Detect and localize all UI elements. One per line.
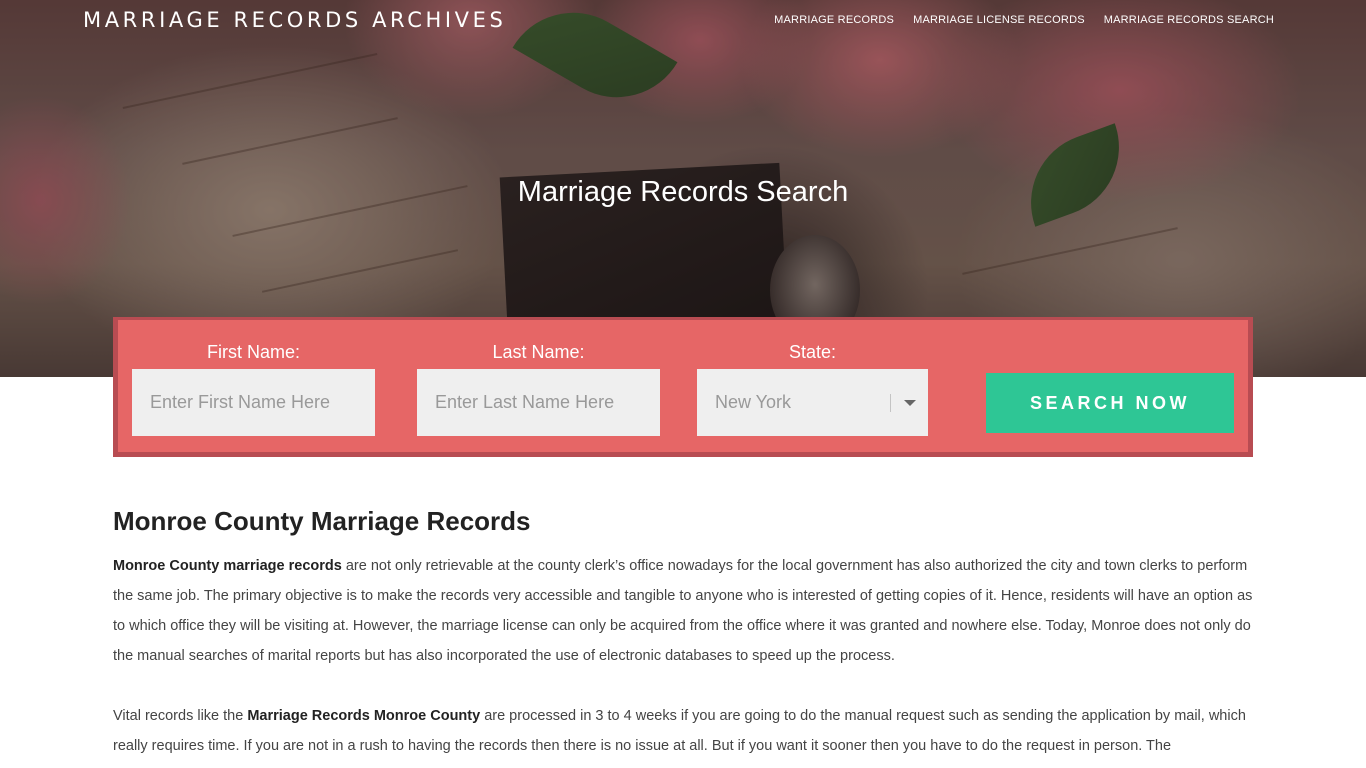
select-divider: [890, 394, 891, 412]
state-label: State:: [788, 342, 837, 362]
chevron-down-icon[interactable]: [904, 400, 916, 406]
first-name-input[interactable]: Enter First Name Here: [132, 369, 375, 436]
nav-marriage-records-search[interactable]: MARRIAGE RECORDS SEARCH: [1104, 14, 1274, 26]
state-selected-value: New York: [715, 392, 792, 412]
first-name-label: First Name:: [206, 342, 300, 362]
main-nav: MARRIAGE RECORDS MARRIAGE LICENSE RECORD…: [774, 14, 1274, 26]
last-name-label: Last Name:: [492, 342, 585, 362]
nav-marriage-license-records[interactable]: MARRIAGE LICENSE RECORDS: [913, 14, 1085, 26]
hero-title: Marriage Records Search: [517, 176, 849, 208]
search-now-button[interactable]: SEARCH NOW: [986, 373, 1234, 433]
site-logo[interactable]: MARRIAGE RECORDS ARCHIVES: [83, 8, 506, 32]
nav-marriage-records[interactable]: MARRIAGE RECORDS: [774, 14, 894, 26]
last-name-input[interactable]: Enter Last Name Here: [417, 369, 660, 436]
state-select[interactable]: New York: [697, 369, 928, 436]
search-form: First Name: Enter First Name Here Last N…: [113, 317, 1253, 457]
